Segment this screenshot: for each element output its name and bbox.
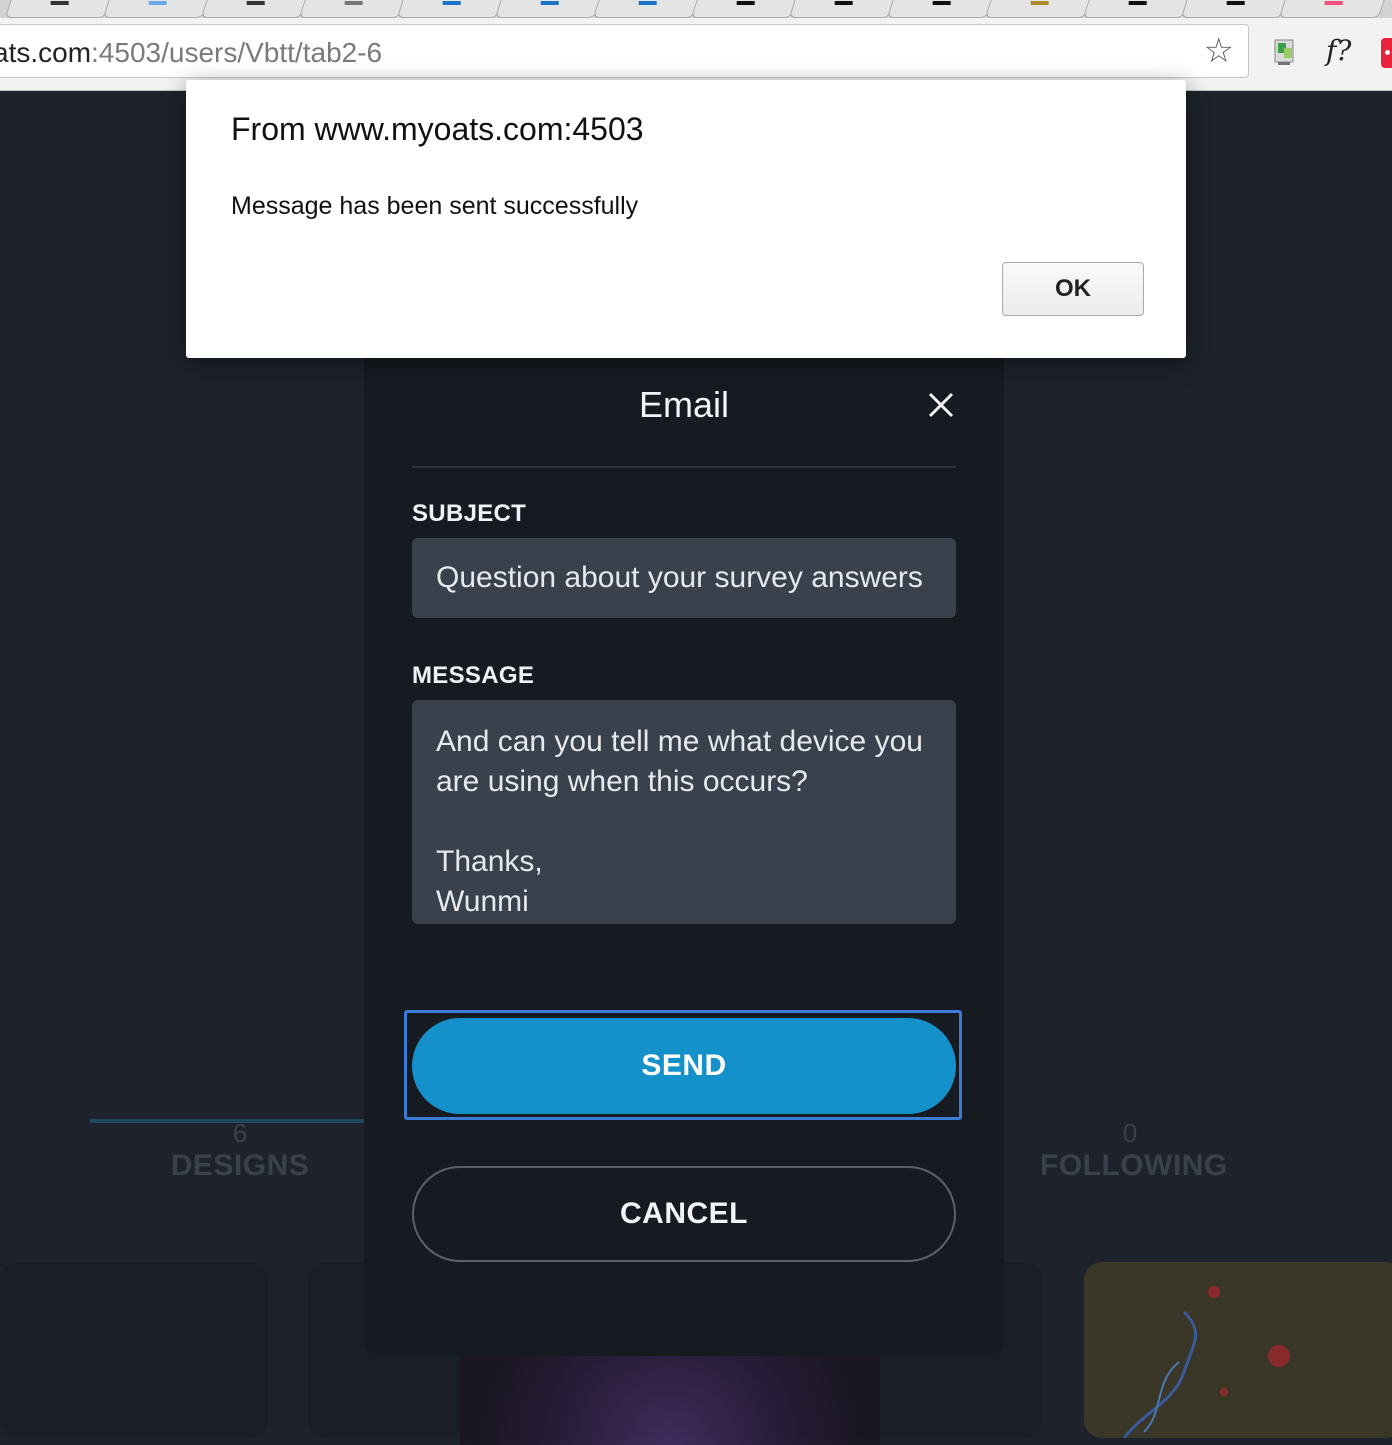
close-icon[interactable] [926,390,956,420]
browser-tab[interactable] [592,0,704,18]
fontface-ninja-icon[interactable]: f? [1326,34,1351,67]
design-card[interactable] [1084,1262,1392,1438]
following-label: FOLLOWING [1040,1149,1228,1182]
email-modal: Email SUBJECT Question about your survey… [364,350,1004,1356]
browser-tab[interactable] [200,0,312,18]
url-text: ats.com:4503/users/Vbtt/tab2-6 [0,37,382,69]
browser-tab[interactable] [494,0,606,18]
subject-label: SUBJECT [412,500,527,527]
browser-tab[interactable] [1082,0,1194,18]
subject-input[interactable]: Question about your survey answers [412,538,956,618]
browser-tab[interactable] [4,0,116,18]
design-card[interactable] [0,1262,268,1438]
browser-tab[interactable] [984,0,1096,18]
modal-title: Email [638,384,730,425]
browser-tab[interactable] [396,0,508,18]
browser-tab-strip [0,0,1392,18]
browser-tab[interactable] [298,0,410,18]
following-stat[interactable]: 0 FOLLOWING [1040,1118,1228,1183]
red-extension-icon[interactable] [1381,38,1392,68]
modal-divider [412,466,956,468]
send-button[interactable]: SEND [412,1018,956,1114]
browser-tab[interactable] [690,0,802,18]
alert-dialog: From www.myoats.com:4503 Message has bee… [186,80,1186,358]
alert-title: From www.myoats.com:4503 [231,111,644,147]
cancel-button[interactable]: CANCEL [412,1166,956,1262]
url-path: :4503/users/Vbtt/tab2-6 [91,37,383,68]
alert-message: Message has been sent successfully [231,192,639,220]
browser-tab[interactable] [102,0,214,18]
url-host: ats.com [0,37,92,68]
active-tab-underline [90,1119,380,1123]
message-textarea[interactable]: And can you tell me what device you are … [412,700,956,924]
star-icon[interactable]: ☆ [1204,31,1234,71]
design-thumbnail-image [1122,1286,1290,1438]
browser-tab[interactable] [886,0,998,18]
following-count: 0 [1122,1118,1138,1148]
ok-button[interactable]: OK [1002,262,1144,316]
message-label: MESSAGE [412,662,535,689]
browser-tab[interactable] [788,0,900,18]
address-bar[interactable]: ats.com:4503/users/Vbtt/tab2-6 ☆ [0,24,1249,78]
designs-label: DESIGNS [170,1149,310,1182]
browser-tab[interactable] [1278,0,1390,18]
designs-stat[interactable]: 6 DESIGNS [150,1118,330,1183]
extension-icon[interactable] [1272,38,1296,66]
browser-tab[interactable] [1180,0,1292,18]
